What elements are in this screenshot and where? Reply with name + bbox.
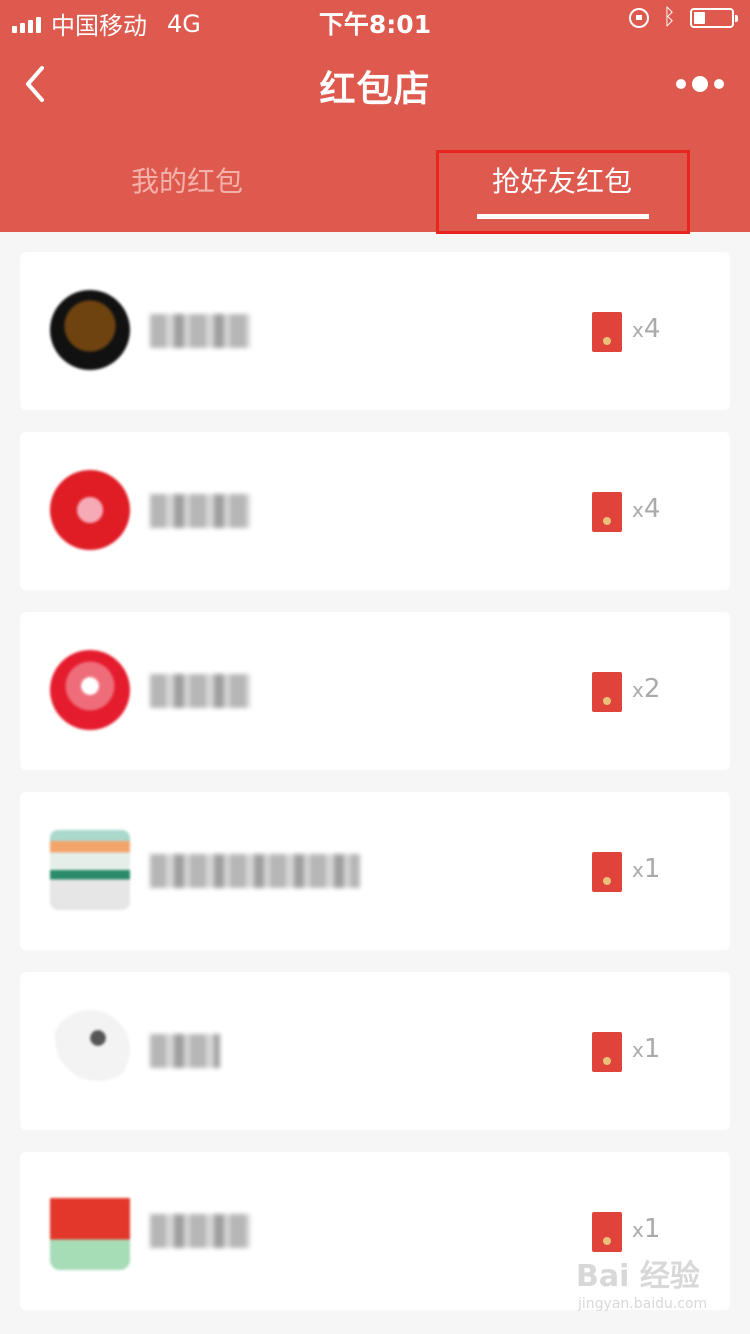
- list-item[interactable]: x1: [20, 972, 730, 1130]
- packet-count: x4: [632, 494, 660, 524]
- header: 中国移动 4G 下午8:01 ᛒ 红包店 我的红包 抢好友红包: [0, 0, 750, 234]
- packet-count: x1: [632, 1034, 660, 1064]
- count-prefix: x: [632, 858, 644, 882]
- rotation-lock-icon: [628, 8, 649, 28]
- friend-name: [150, 674, 250, 708]
- count-value: 1: [643, 1214, 661, 1244]
- red-envelope-icon: [592, 492, 622, 532]
- count-prefix: x: [632, 678, 644, 702]
- baidu-watermark-url: jingyan.baidu.com: [578, 1296, 708, 1312]
- battery-icon: [690, 8, 738, 28]
- count-value: 4: [643, 494, 661, 524]
- packet-count: x1: [632, 854, 660, 884]
- count-value: 2: [643, 674, 661, 704]
- friend-name: [150, 1034, 220, 1068]
- count-prefix: x: [632, 498, 644, 522]
- packet-count: x1: [632, 1214, 660, 1244]
- friend-name: [150, 314, 250, 348]
- status-bar: 中国移动 4G 下午8:01 ᛒ: [0, 0, 750, 40]
- status-right: ᛒ: [628, 5, 738, 30]
- more-dots-icon[interactable]: [676, 72, 724, 96]
- red-envelope-icon: [592, 1032, 622, 1072]
- red-envelope-icon: [592, 1212, 622, 1252]
- baidu-watermark: Bai 经验: [576, 1259, 700, 1294]
- avatar: [50, 830, 130, 910]
- avatar: [50, 290, 130, 370]
- packet-count: x4: [632, 314, 660, 344]
- friend-name: [150, 854, 360, 888]
- count-prefix: x: [632, 318, 644, 342]
- red-envelope-icon: [592, 852, 622, 892]
- list-item[interactable]: x2: [20, 612, 730, 770]
- avatar: [50, 470, 130, 550]
- list-item[interactable]: x1: [20, 792, 730, 950]
- avatar: [50, 650, 130, 730]
- list-item[interactable]: x4: [20, 432, 730, 590]
- avatar: [50, 1190, 130, 1270]
- page-title: 红包店: [319, 69, 431, 110]
- annotation-highlight-box: [436, 150, 690, 234]
- count-value: 1: [643, 1034, 661, 1064]
- tab-my-red-packets[interactable]: 我的红包: [37, 160, 337, 200]
- avatar: [50, 1010, 130, 1090]
- bluetooth-icon: ᛒ: [662, 5, 676, 30]
- count-prefix: x: [632, 1218, 644, 1242]
- count-value: 1: [643, 854, 661, 884]
- packet-count: x2: [632, 674, 660, 704]
- red-envelope-icon: [592, 672, 622, 712]
- friend-name: [150, 1214, 250, 1248]
- count-value: 4: [643, 314, 661, 344]
- count-prefix: x: [632, 1038, 644, 1062]
- red-envelope-icon: [592, 312, 622, 352]
- list-item[interactable]: x4: [20, 252, 730, 410]
- friend-name: [150, 494, 250, 528]
